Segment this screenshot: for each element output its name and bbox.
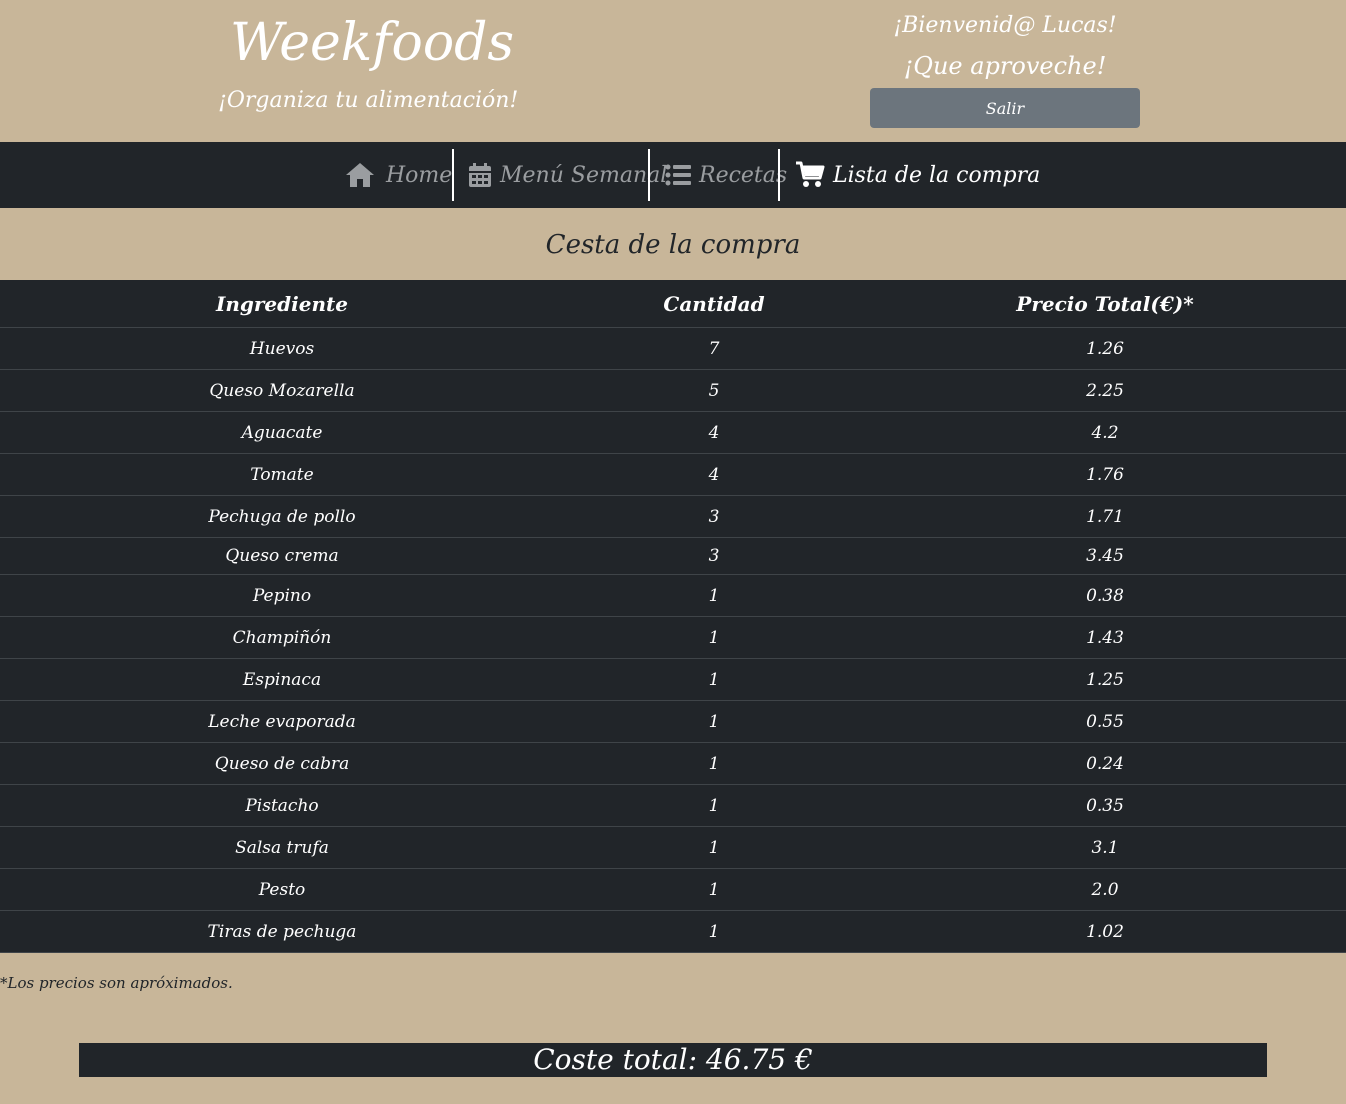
cell-quantity: 4 <box>564 453 864 496</box>
table-row: Pistacho 1 0.35 <box>0 784 1346 827</box>
nav-item-shopping-list[interactable]: Lista de la compra <box>795 142 1040 208</box>
welcome-greeting: ¡Bienvenid@ Lucas! <box>893 13 1117 38</box>
table-row: Queso de cabra 1 0.24 <box>0 742 1346 785</box>
cell-quantity: 3 <box>564 537 864 575</box>
cell-quantity: 5 <box>564 369 864 412</box>
cell-ingredient: Pechuga de pollo <box>0 495 564 538</box>
nav-item-weekly-menu[interactable]: Menú Semanal <box>468 142 667 208</box>
table-row: Salsa trufa 1 3.1 <box>0 826 1346 869</box>
table-row: Espinaca 1 1.25 <box>0 658 1346 701</box>
cell-price: 3.45 <box>864 537 1346 575</box>
cell-ingredient: Pepino <box>0 574 564 617</box>
cell-quantity: 4 <box>564 411 864 454</box>
cell-price: 0.55 <box>864 700 1346 743</box>
main-navbar: Home Menú Semanal Recetas Lista de la co… <box>0 142 1346 208</box>
calendar-icon <box>469 163 491 187</box>
column-header-quantity: Cantidad <box>564 280 864 328</box>
cell-quantity: 1 <box>564 616 864 659</box>
cell-quantity: 3 <box>564 495 864 538</box>
page-header: Weekfoods ¡Organiza tu alimentación! ¡Bi… <box>0 0 1346 142</box>
cell-price: 1.71 <box>864 495 1346 538</box>
nav-item-recipes[interactable]: Recetas <box>665 142 787 208</box>
table-row: Aguacate 4 4.2 <box>0 411 1346 454</box>
cell-price: 2.0 <box>864 868 1346 911</box>
home-icon <box>346 163 374 187</box>
welcome-message: ¡Bienvenid@ Lucas! ¡Que aproveche! <box>870 8 1140 84</box>
cell-ingredient: Aguacate <box>0 411 564 454</box>
cell-price: 0.24 <box>864 742 1346 785</box>
table-row: Tomate 4 1.76 <box>0 453 1346 496</box>
total-cost: Coste total: 46.75 € <box>79 1043 1267 1077</box>
nav-label-home: Home <box>386 162 453 188</box>
cell-ingredient: Salsa trufa <box>0 826 564 869</box>
table-header-row: Ingrediente Cantidad Precio Total(€)* <box>0 280 1346 328</box>
cell-ingredient: Leche evaporada <box>0 700 564 743</box>
cell-price: 3.1 <box>864 826 1346 869</box>
cell-quantity: 1 <box>564 784 864 827</box>
table-row: Champiñón 1 1.43 <box>0 616 1346 659</box>
cell-ingredient: Queso crema <box>0 537 564 575</box>
logout-button[interactable]: Salir <box>870 88 1140 128</box>
table-row: Huevos 7 1.26 <box>0 327 1346 370</box>
cell-ingredient: Champiñón <box>0 616 564 659</box>
table-row: Queso Mozarella 5 2.25 <box>0 369 1346 412</box>
page-title: Cesta de la compra <box>545 230 801 260</box>
nav-label-shopping-list: Lista de la compra <box>833 162 1041 188</box>
cell-quantity: 1 <box>564 826 864 869</box>
cell-price: 0.38 <box>864 574 1346 617</box>
column-header-price: Precio Total(€)* <box>864 280 1346 328</box>
list-icon <box>665 164 691 186</box>
cell-price: 0.35 <box>864 784 1346 827</box>
cell-quantity: 1 <box>564 910 864 953</box>
cell-ingredient: Espinaca <box>0 658 564 701</box>
cell-quantity: 1 <box>564 742 864 785</box>
welcome-enjoy: ¡Que aproveche! <box>903 52 1107 80</box>
table-row: Tiras de pechuga 1 1.02 <box>0 910 1346 953</box>
cell-ingredient: Pistacho <box>0 784 564 827</box>
cell-quantity: 1 <box>564 574 864 617</box>
cell-quantity: 7 <box>564 327 864 370</box>
nav-divider <box>778 149 780 201</box>
column-header-ingredient: Ingrediente <box>0 280 564 328</box>
cell-ingredient: Tomate <box>0 453 564 496</box>
shopping-cart-table: Ingrediente Cantidad Precio Total(€)* Hu… <box>0 280 1346 953</box>
cell-price: 1.25 <box>864 658 1346 701</box>
brand-title[interactable]: Weekfoods <box>230 8 514 78</box>
cell-price: 1.26 <box>864 327 1346 370</box>
table-row: Pepino 1 0.38 <box>0 574 1346 617</box>
table-row: Queso crema 3 3.45 <box>0 537 1346 575</box>
table-row: Pechuga de pollo 3 1.71 <box>0 495 1346 538</box>
brand-subtitle: ¡Organiza tu alimentación! <box>218 88 519 113</box>
price-footnote: *Los precios son apróximados. <box>0 974 233 992</box>
cell-price: 2.25 <box>864 369 1346 412</box>
cell-price: 1.43 <box>864 616 1346 659</box>
nav-label-weekly-menu: Menú Semanal <box>500 162 668 188</box>
cell-ingredient: Queso Mozarella <box>0 369 564 412</box>
nav-divider <box>452 149 454 201</box>
cell-price: 1.02 <box>864 910 1346 953</box>
nav-label-recipes: Recetas <box>699 162 788 188</box>
table-row: Pesto 1 2.0 <box>0 868 1346 911</box>
cell-ingredient: Tiras de pechuga <box>0 910 564 953</box>
cell-quantity: 1 <box>564 700 864 743</box>
table-row: Leche evaporada 1 0.55 <box>0 700 1346 743</box>
nav-divider <box>648 149 650 201</box>
cell-ingredient: Pesto <box>0 868 564 911</box>
cell-quantity: 1 <box>564 658 864 701</box>
cart-icon <box>796 161 825 187</box>
cell-price: 1.76 <box>864 453 1346 496</box>
cell-ingredient: Queso de cabra <box>0 742 564 785</box>
cell-price: 4.2 <box>864 411 1346 454</box>
cell-quantity: 1 <box>564 868 864 911</box>
cell-ingredient: Huevos <box>0 327 564 370</box>
nav-item-home[interactable]: Home <box>344 142 452 208</box>
